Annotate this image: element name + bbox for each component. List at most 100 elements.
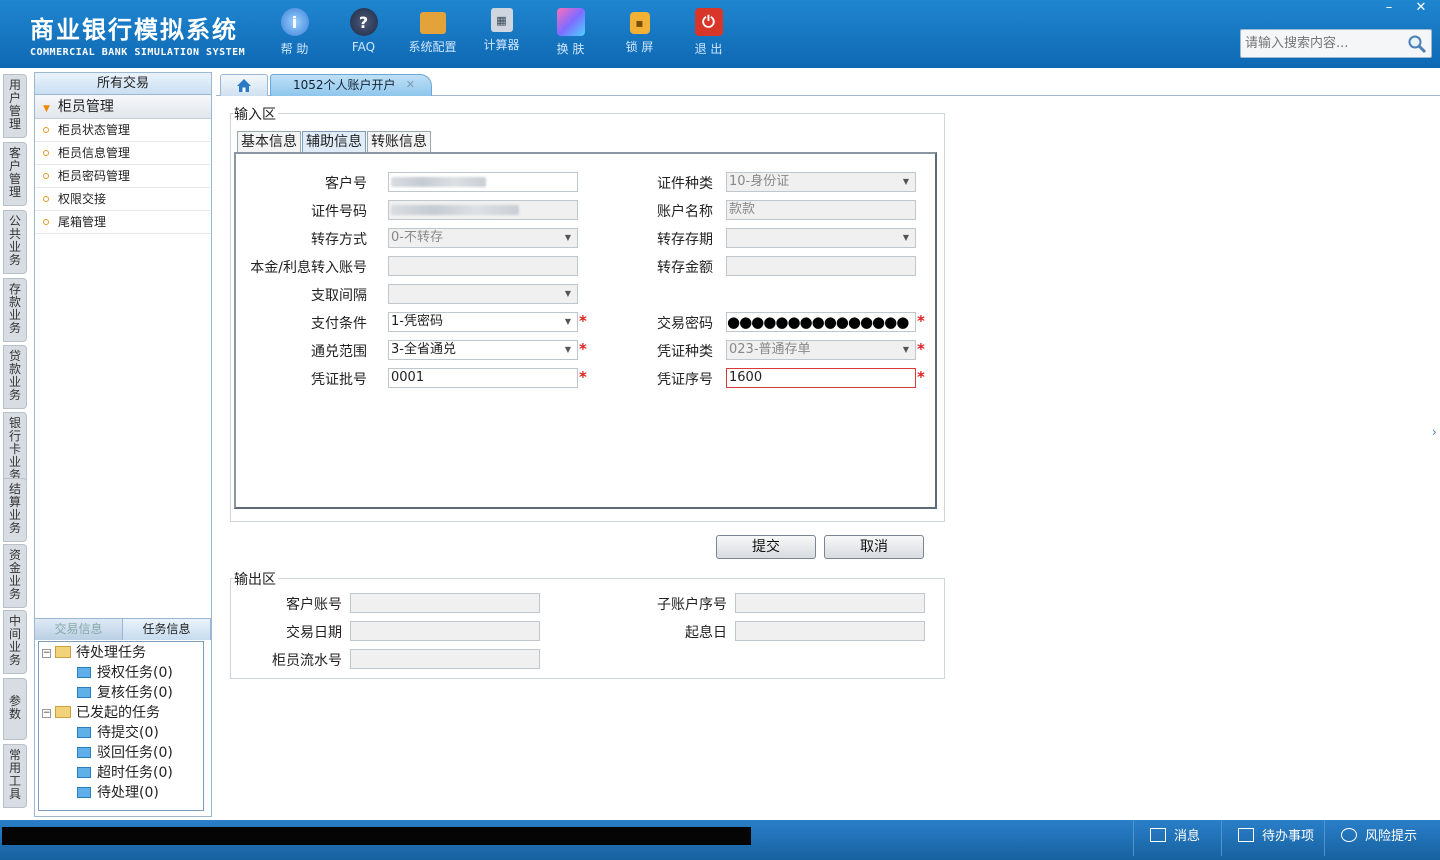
close-window-button[interactable]: ✕ [1406,0,1436,18]
interest-account-label: 本金/利息转入账号 [250,260,367,276]
required-mark: * [917,368,925,386]
tree-node-to-process[interactable]: 待处理(0) [39,783,203,803]
vnav-common-tools[interactable]: 常用工具 [3,744,27,808]
withdraw-interval-select[interactable]: ▼ [388,284,578,304]
id-type-select[interactable]: 10-身份证 ▼ [726,172,916,192]
deposit-term-label: 转存存期 [657,232,713,248]
deposit-mode-label: 转存方式 [311,232,367,248]
tab-auxiliary-info[interactable]: 辅助信息 [302,131,366,153]
menu-item-teller-info[interactable]: 柜员信息管理 [35,142,211,165]
pay-condition-select[interactable]: 1-凭密码 ▼ [388,312,578,332]
tree-node-to-submit[interactable]: 待提交(0) [39,723,203,743]
menu-item-teller-password[interactable]: 柜员密码管理 [35,165,211,188]
risk-alert-button[interactable]: 风险提示 [1324,820,1440,856]
lock-button[interactable]: ▪ 锁 屏 [605,8,674,57]
vnav-deposit-business[interactable]: 存款业务 [3,278,27,342]
menu-group-teller[interactable]: ▼ 柜员管理 [35,95,211,119]
sub-account-output [735,593,925,613]
dropdown-arrow-icon: ▼ [902,177,909,186]
tree-node-auth-tasks[interactable]: 授权任务(0) [39,663,203,683]
tree-node-timeout[interactable]: 超时任务(0) [39,763,203,783]
page-tabbar: 1052个人账户开户 ✕ [216,72,1440,96]
output-area-legend: 输出区 [234,569,278,589]
menu-item-tail-box[interactable]: 尾箱管理 [35,211,211,234]
tab-basic-info[interactable]: 基本信息 [237,131,301,153]
chevron-right-icon[interactable]: › [1432,425,1440,465]
minimize-button[interactable]: – [1374,0,1404,18]
search-icon[interactable] [1407,34,1427,54]
expand-triangle-icon: ▼ [43,104,50,114]
messages-button[interactable]: 消息 [1133,820,1221,856]
close-tab-icon[interactable]: ✕ [406,75,415,95]
vnav-loan-business[interactable]: 贷款业务 [3,345,27,409]
voucher-type-select[interactable]: 023-普通存单 ▼ [726,340,916,360]
task-icon [77,727,91,738]
bullet-icon [43,196,49,202]
trade-password-field[interactable]: ●●●●●●●●●●●●●●● [726,312,916,332]
tree-node-rejected[interactable]: 驳回任务(0) [39,743,203,763]
deposit-amount-label: 转存金额 [657,260,713,276]
menu-header[interactable]: 所有交易 [35,73,211,95]
vnav-user-management[interactable]: 用户管理 [3,74,27,138]
help-button[interactable]: i 帮 助 [260,8,329,57]
voucher-type-label: 凭证种类 [657,344,713,360]
cancel-button[interactable]: 取消 [824,535,924,559]
tree-node-review-tasks[interactable]: 复核任务(0) [39,683,203,703]
bullet-icon [43,173,49,179]
bullet-icon [43,150,49,156]
vnav-parameters[interactable]: 参数 [3,678,27,740]
voucher-batch-field[interactable]: 0001 [388,368,578,388]
sub-account-label: 子账户序号 [657,597,727,613]
deposit-amount-field[interactable] [726,256,916,276]
tab-personal-account-open[interactable]: 1052个人账户开户 ✕ [270,74,432,96]
exchange-range-select[interactable]: 3-全省通兑 ▼ [388,340,578,360]
bullet-icon [43,127,49,133]
home-tab[interactable] [220,74,268,96]
skin-button[interactable]: 换 肤 [536,8,605,57]
search-input[interactable] [1241,30,1401,57]
todo-button[interactable]: 待办事项 [1221,820,1324,856]
tree-node-initiated[interactable]: − 已发起的任务 [39,703,203,723]
customer-no-field[interactable] [388,172,578,192]
task-panel-tabs: 交易信息 任务信息 [35,619,211,640]
task-panel: 交易信息 任务信息 − 待处理任务 授权任务(0) 复核任务(0) − 已发起的任务… [35,618,211,816]
deposit-term-select[interactable]: ▼ [726,228,916,248]
folder-icon [55,646,71,658]
collapse-icon[interactable]: − [42,649,51,658]
task-icon [77,787,91,798]
menu-item-teller-status[interactable]: 柜员状态管理 [35,119,211,142]
customer-account-output [350,593,540,613]
interest-account-field[interactable] [388,256,578,276]
task-icon [77,767,91,778]
calculator-button[interactable]: ▦ 计算器 [467,8,536,57]
skin-icon [556,8,585,36]
vnav-fund-business[interactable]: 资金业务 [3,544,27,608]
collapse-icon[interactable]: − [42,709,51,718]
account-name-field[interactable]: 款款 [726,200,916,220]
trade-password-label: 交易密码 [657,316,713,332]
lock-icon: ▪ [629,12,650,34]
customer-no-label: 客户号 [325,176,367,192]
bullet-icon [43,219,49,225]
id-no-field[interactable] [388,200,578,220]
id-type-label: 证件种类 [657,176,713,192]
faq-button[interactable]: ? FAQ [329,8,398,57]
customer-account-label: 客户账号 [286,597,342,613]
tree-node-pending[interactable]: − 待处理任务 [39,643,203,663]
vnav-card-business[interactable]: 银行卡业务 [3,412,27,484]
brand: 商业银行模拟系统 COMMERCIAL BANK SIMULATION SYST… [30,10,245,58]
voucher-seq-field[interactable]: 1600 [726,368,916,388]
vnav-customer-management[interactable]: 客户管理 [3,142,27,206]
menu-item-permission-handover[interactable]: 权限交接 [35,188,211,211]
vnav-public-business[interactable]: 公共业务 [3,210,27,274]
settings-button[interactable]: 系统配置 [398,8,467,57]
deposit-mode-select[interactable]: 0-不转存 ▼ [388,228,578,248]
exit-button[interactable]: ⏻ 退 出 [674,8,743,57]
vnav-settlement-business[interactable]: 结算业务 [3,478,27,542]
submit-button[interactable]: 提交 [716,535,816,559]
tab-transfer-info[interactable]: 转账信息 [367,131,431,153]
vnav-intermediary-business[interactable]: 中间业务 [3,610,27,674]
redacted-value [391,205,519,215]
exit-icon: ⏻ [694,8,723,36]
tab-transaction-info[interactable]: 交易信息 [35,619,123,640]
